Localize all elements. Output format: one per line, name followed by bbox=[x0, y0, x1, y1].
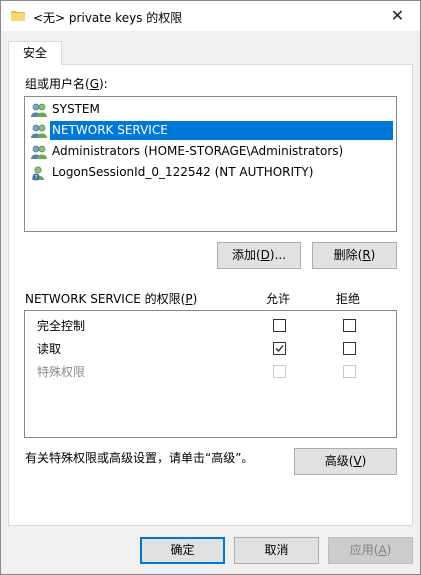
users-group-icon bbox=[31, 145, 47, 159]
list-item-label: NETWORK SERVICE bbox=[50, 121, 393, 140]
allow-special-checkbox bbox=[273, 365, 286, 378]
window-title: <无> private keys 的权限 bbox=[33, 11, 183, 25]
close-icon: ✕ bbox=[390, 6, 405, 25]
list-item-label: SYSTEM bbox=[52, 102, 100, 116]
svg-text:?: ? bbox=[34, 174, 37, 181]
checkmark-icon bbox=[275, 345, 284, 352]
allow-full-control-checkbox[interactable] bbox=[273, 319, 286, 332]
permissions-list: 完全控制 读取 特殊权限 bbox=[24, 310, 397, 438]
permission-name-read: 读取 bbox=[37, 342, 62, 356]
deny-column-header: 拒绝 bbox=[336, 292, 361, 306]
list-item[interactable]: NETWORK SERVICE bbox=[31, 121, 393, 140]
folder-icon bbox=[11, 11, 25, 21]
groups-label: 组或用户名(G): bbox=[25, 77, 108, 91]
deny-full-control-checkbox[interactable] bbox=[343, 319, 356, 332]
permissions-label: NETWORK SERVICE 的权限(P) bbox=[25, 292, 198, 306]
tab-security-label: 安全 bbox=[22, 46, 47, 60]
cancel-button[interactable]: 取消 bbox=[234, 537, 319, 564]
tab-security[interactable]: 安全 bbox=[8, 41, 62, 65]
title-bar: <无> private keys 的权限 ✕ bbox=[1, 1, 420, 31]
user-question-icon: ? bbox=[32, 165, 44, 181]
close-button[interactable]: ✕ bbox=[375, 1, 420, 31]
apply-button[interactable]: 应用(A) bbox=[328, 537, 413, 564]
permissions-dialog: <无> private keys 的权限 ✕ 安全 组或用户名(G): SYST… bbox=[0, 0, 421, 575]
list-item[interactable]: SYSTEM bbox=[31, 100, 102, 119]
allow-column-header: 允许 bbox=[266, 292, 291, 306]
ok-button[interactable]: 确定 bbox=[140, 537, 225, 564]
advanced-hint: 有关特殊权限或高级设置，请单击“高级”。 bbox=[25, 451, 254, 465]
list-item-label: Administrators (HOME-STORAGE\Administrat… bbox=[52, 144, 344, 158]
list-item-label: LogonSessionId_0_122542 (NT AUTHORITY) bbox=[52, 165, 314, 179]
permission-name-special: 特殊权限 bbox=[37, 365, 86, 379]
deny-read-checkbox[interactable] bbox=[343, 342, 356, 355]
allow-read-checkbox[interactable] bbox=[273, 342, 286, 355]
users-group-icon bbox=[31, 103, 47, 117]
users-group-icon bbox=[31, 124, 47, 138]
permission-name-full-control: 完全控制 bbox=[37, 319, 86, 333]
add-button[interactable]: 添加(D)... bbox=[217, 242, 301, 269]
list-item[interactable]: Administrators (HOME-STORAGE\Administrat… bbox=[31, 142, 345, 161]
groups-listbox[interactable]: SYSTEM NETWORK SERVICE Administrators (H… bbox=[24, 96, 397, 232]
remove-button[interactable]: 删除(R) bbox=[312, 242, 397, 269]
advanced-button[interactable]: 高级(V) bbox=[294, 448, 397, 475]
list-item[interactable]: ? LogonSessionId_0_122542 (NT AUTHORITY) bbox=[31, 163, 315, 182]
deny-special-checkbox bbox=[343, 365, 356, 378]
